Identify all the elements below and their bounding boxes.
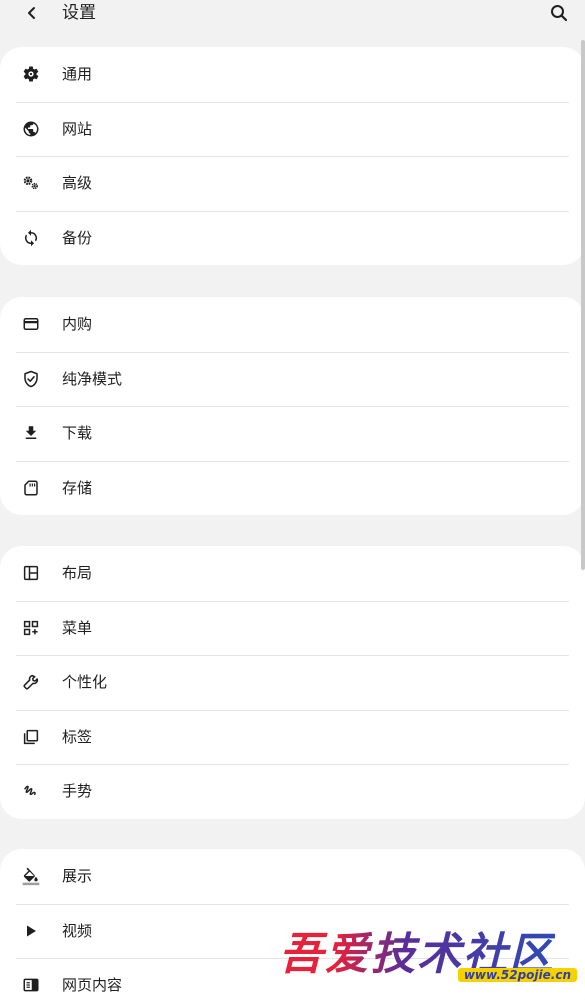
search-icon bbox=[550, 4, 568, 22]
settings-item-label: 布局 bbox=[62, 564, 93, 583]
settings-item-backup[interactable]: 备份 bbox=[0, 210, 585, 266]
sync-icon bbox=[21, 228, 41, 248]
settings-item-video[interactable]: 视频 bbox=[0, 903, 585, 959]
settings-item-label: 网页内容 bbox=[62, 976, 123, 995]
settings-group-3: 布局 菜单 个性化 标签 手势 bbox=[0, 546, 585, 819]
settings-item-label: 下载 bbox=[62, 424, 93, 443]
settings-item-label: 内购 bbox=[62, 315, 93, 334]
settings-item-personalize[interactable]: 个性化 bbox=[0, 655, 585, 710]
gesture-icon bbox=[21, 781, 41, 801]
settings-item-tabs[interactable]: 标签 bbox=[0, 709, 585, 765]
web-content-icon bbox=[21, 975, 41, 995]
settings-item-display[interactable]: 展示 bbox=[0, 849, 585, 904]
settings-screen: 设置 通用 网站 高级 备份 内购 纯净模式 下载 存储 布局 菜单 个性化 标… bbox=[0, 0, 585, 1000]
layout-icon bbox=[21, 563, 41, 583]
settings-item-label: 视频 bbox=[62, 921, 93, 940]
settings-item-layout[interactable]: 布局 bbox=[0, 546, 585, 601]
settings-group-4: 展示 视频 网页内容 bbox=[0, 849, 585, 1000]
gears-icon bbox=[21, 173, 41, 193]
settings-item-label: 手势 bbox=[62, 782, 93, 801]
settings-item-advanced[interactable]: 高级 bbox=[0, 156, 585, 211]
paint-bucket-icon bbox=[21, 866, 41, 886]
scrollbar[interactable] bbox=[581, 40, 585, 570]
settings-item-purchases[interactable]: 内购 bbox=[0, 297, 585, 352]
settings-item-websites[interactable]: 网站 bbox=[0, 101, 585, 157]
settings-item-label: 纯净模式 bbox=[62, 369, 123, 388]
tabs-icon bbox=[21, 727, 41, 747]
settings-item-label: 菜单 bbox=[62, 618, 93, 637]
settings-item-gestures[interactable]: 手势 bbox=[0, 764, 585, 819]
settings-item-label: 存储 bbox=[62, 478, 93, 497]
top-bar: 设置 bbox=[0, 0, 585, 26]
globe-icon bbox=[21, 119, 41, 139]
settings-item-pure-mode[interactable]: 纯净模式 bbox=[0, 351, 585, 407]
settings-item-label: 高级 bbox=[62, 174, 93, 193]
wrench-icon bbox=[21, 672, 41, 692]
settings-group-1: 通用 网站 高级 备份 bbox=[0, 47, 585, 265]
settings-group-2: 内购 纯净模式 下载 存储 bbox=[0, 297, 585, 515]
settings-item-label: 标签 bbox=[62, 727, 93, 746]
back-arrow-icon bbox=[25, 6, 39, 20]
credit-card-icon bbox=[21, 314, 41, 334]
shield-check-icon bbox=[21, 369, 41, 389]
settings-item-menu[interactable]: 菜单 bbox=[0, 600, 585, 656]
gear-icon bbox=[21, 64, 41, 84]
settings-item-storage[interactable]: 存储 bbox=[0, 460, 585, 516]
settings-item-label: 通用 bbox=[62, 65, 93, 84]
sd-card-icon bbox=[21, 478, 41, 498]
settings-item-label: 个性化 bbox=[62, 673, 108, 692]
settings-item-label: 展示 bbox=[62, 867, 93, 886]
settings-item-label: 备份 bbox=[62, 228, 93, 247]
download-icon bbox=[21, 423, 41, 443]
settings-item-downloads[interactable]: 下载 bbox=[0, 406, 585, 461]
settings-item-general[interactable]: 通用 bbox=[0, 47, 585, 102]
settings-item-label: 网站 bbox=[62, 119, 93, 138]
page-title: 设置 bbox=[62, 3, 96, 23]
add-grid-icon bbox=[21, 618, 41, 638]
settings-item-web-content[interactable]: 网页内容 bbox=[0, 958, 585, 1000]
back-button[interactable] bbox=[18, 0, 46, 26]
play-icon bbox=[21, 921, 41, 941]
search-button[interactable] bbox=[545, 0, 573, 26]
